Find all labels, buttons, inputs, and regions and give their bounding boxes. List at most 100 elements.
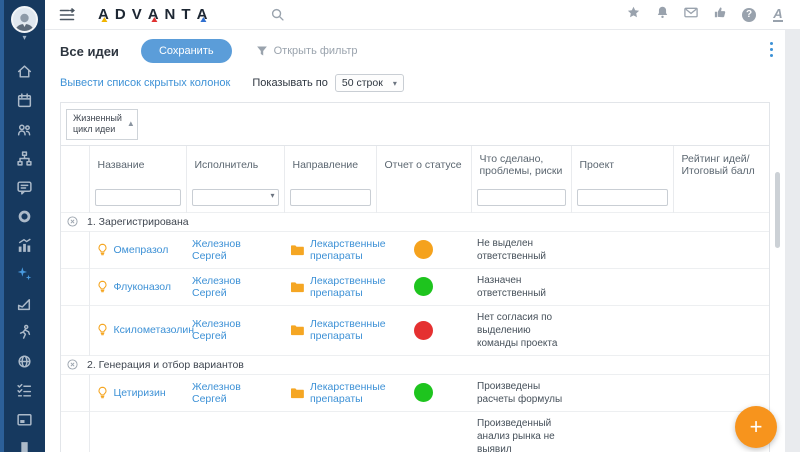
direction-link[interactable]: Лекарственные препараты (310, 275, 386, 299)
sort-asc-icon[interactable]: ▲ (127, 119, 135, 129)
collapse-group-icon[interactable] (67, 216, 78, 227)
column-header-status[interactable]: Отчет о статусе (376, 146, 471, 184)
filter-project-input[interactable] (577, 189, 668, 206)
bell-icon (655, 5, 670, 25)
group-label: 2. Генерация и отбор вариантов (87, 359, 244, 371)
hierarchy-icon (16, 150, 33, 172)
name-cell: Флуконазол (89, 268, 186, 305)
topbar-icon-help[interactable]: ? (741, 7, 757, 23)
sidebar-item-runner[interactable] (4, 320, 45, 349)
advanta-logo: ADVANTA (97, 6, 212, 23)
executor-cell: Железнов Сергей (186, 231, 284, 268)
status-cell (376, 374, 471, 411)
column-header-done[interactable]: Что сделано, проблемы, риски (471, 146, 571, 184)
save-button[interactable]: Сохранить (141, 39, 232, 63)
sidebar-item-area-chart[interactable] (4, 291, 45, 320)
open-filter-button[interactable]: Открыть фильтр (256, 45, 358, 57)
name-cell: Ксилометазолин (89, 305, 186, 355)
done-cell: Произведенный анализ рынка не выявил дос… (471, 411, 571, 452)
status-indicator[interactable] (414, 240, 433, 259)
idea-name-link[interactable]: Омепразол (114, 244, 169, 256)
status-cell (376, 305, 471, 355)
executor-cell: Морозов Андрей (186, 411, 284, 452)
advanta-mark-icon: A (773, 8, 782, 22)
help-icon: ? (742, 8, 756, 22)
idea-name-link[interactable]: Флуконазол (114, 281, 172, 293)
status-indicator[interactable] (414, 321, 433, 340)
column-header-name[interactable]: Название (89, 146, 186, 184)
toolbar: Все идеи Сохранить Открыть фильтр (60, 30, 785, 68)
collapse-group-icon[interactable] (67, 359, 78, 370)
show-per-label: Показывать по (252, 77, 328, 89)
name-cell: Омепразол (89, 231, 186, 268)
sidebar-item-process[interactable] (4, 204, 45, 233)
filter-direction-input[interactable] (290, 189, 371, 206)
thumbs-up-icon (713, 5, 728, 25)
group-by-chip[interactable]: Жизненный цикл идеи ▲ (66, 109, 138, 140)
filter-funnel-icon (256, 45, 268, 57)
direction-link[interactable]: Лекарственные препараты (310, 238, 386, 262)
sidebar-item-card[interactable] (4, 407, 45, 436)
topbar-icon-star[interactable] (625, 7, 641, 23)
filter-done-input[interactable] (477, 189, 566, 206)
sidebar-item-globe[interactable] (4, 349, 45, 378)
topbar-icon-advanta-mark[interactable]: A (770, 7, 786, 23)
direction-cell: Лекарственные препараты (284, 305, 376, 355)
direction-cell: Лекарственные препараты (284, 231, 376, 268)
search-icon[interactable] (270, 7, 285, 22)
menu-toggle-icon[interactable] (59, 8, 75, 22)
direction-cell: Машиностроение (284, 411, 376, 452)
table-row: Цетиризин Железнов Сергей Лекарственные пр… (61, 374, 769, 411)
direction-link[interactable]: Лекарственные препараты (310, 381, 386, 405)
folder-icon (290, 281, 304, 293)
done-cell: Произведены расчеты формулы (471, 374, 571, 411)
idea-name-link[interactable]: Цетиризин (114, 387, 166, 399)
executor-link[interactable]: Железнов Сергей (192, 275, 241, 299)
more-options-button[interactable] (770, 42, 773, 57)
topbar-icon-mail[interactable] (683, 7, 699, 23)
sidebar-item-sparkles[interactable] (4, 262, 45, 291)
sidebar-item-calendar[interactable] (4, 88, 45, 117)
sidebar-item-hierarchy[interactable] (4, 146, 45, 175)
table-row: Омепразол Железнов Сергей Лекарственные пр… (61, 231, 769, 268)
executor-link[interactable]: Железнов Сергей (192, 318, 241, 342)
name-cell: Цетиризин (89, 374, 186, 411)
sidebar-item-chat[interactable] (4, 175, 45, 204)
idea-name-link[interactable]: Ксилометазолин (114, 324, 195, 336)
topbar-icon-thumbs-up[interactable] (712, 7, 728, 23)
filter-executor-select[interactable] (192, 189, 279, 206)
page-size-select[interactable]: 50 строк ▾ (335, 74, 404, 92)
rating-cell (673, 305, 769, 355)
avatar[interactable] (11, 6, 38, 33)
chevron-down-icon: ▾ (22, 34, 26, 41)
add-idea-button[interactable]: + (735, 406, 777, 448)
sparkles-icon (16, 266, 33, 288)
project-cell (571, 411, 673, 452)
sidebar-item-home[interactable] (4, 59, 45, 88)
sidebar-item-chart[interactable] (4, 233, 45, 262)
show-hidden-columns-link[interactable]: Вывести список скрытых колонок (60, 77, 230, 89)
table-row: Флуконазол Железнов Сергей Лекарственные п… (61, 268, 769, 305)
executor-link[interactable]: Железнов Сергей (192, 381, 241, 405)
status-indicator[interactable] (414, 277, 433, 296)
filter-name-input[interactable] (95, 189, 181, 206)
column-header-executor[interactable]: Исполнитель (186, 146, 284, 184)
column-header-rating[interactable]: Рейтинг идей/Итоговый балл (673, 146, 769, 184)
user-menu[interactable]: ▾ (11, 6, 38, 41)
topbar-icon-bell[interactable] (654, 7, 670, 23)
direction-cell: Лекарственные препараты (284, 268, 376, 305)
sidebar-item-checklist[interactable] (4, 378, 45, 407)
status-indicator[interactable] (414, 383, 433, 402)
chevron-down-icon: ▾ (393, 79, 397, 88)
column-header-direction[interactable]: Направление (284, 146, 376, 184)
calendar-icon (16, 92, 33, 114)
filter-row: ▾ (61, 184, 769, 213)
direction-link[interactable]: Лекарственные препараты (310, 318, 386, 342)
column-header-project[interactable]: Проект (571, 146, 673, 184)
sidebar-item-users[interactable] (4, 117, 45, 146)
executor-link[interactable]: Железнов Сергей (192, 238, 241, 262)
sidebar-item-bookmark[interactable] (4, 436, 45, 452)
executor-cell: Железнов Сергей (186, 374, 284, 411)
scrollbar-thumb[interactable] (775, 172, 780, 248)
row-gutter-cell (61, 268, 89, 305)
